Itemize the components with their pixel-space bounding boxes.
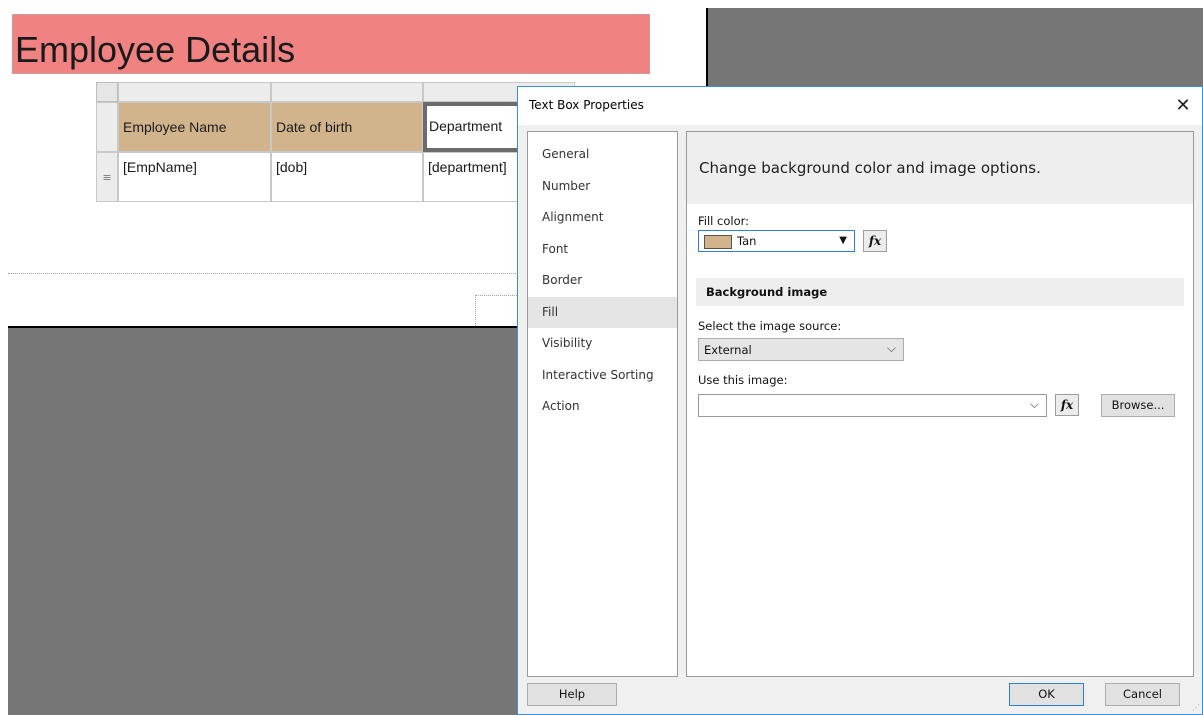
nav-item-visibility[interactable]: Visibility: [528, 328, 677, 360]
image-source-dropdown[interactable]: External ⌵: [698, 338, 904, 361]
dialog-title: Text Box Properties: [529, 98, 644, 112]
row-handle-icon[interactable]: ≡: [96, 152, 118, 202]
nav-item-interactive-sorting[interactable]: Interactive Sorting: [528, 360, 677, 392]
dialog-titlebar: Text Box Properties ✕: [518, 87, 1202, 125]
text-box-properties-dialog: Text Box Properties ✕ General Number Ali…: [517, 86, 1203, 715]
resize-grip-icon[interactable]: ⋰: [1192, 703, 1200, 712]
tablix-header-row: Employee Name Date of birth Department: [118, 102, 575, 152]
image-expression-button[interactable]: fx: [1055, 394, 1079, 416]
tablix-corner-handle[interactable]: [96, 82, 118, 102]
fill-properties-panel: Change background color and image option…: [686, 131, 1194, 677]
nav-item-number[interactable]: Number: [528, 171, 677, 203]
row-handle[interactable]: [96, 102, 118, 152]
triangle-down-icon: ▼: [839, 235, 847, 246]
report-title[interactable]: Employee Details: [12, 14, 650, 74]
image-dropdown[interactable]: ⌵: [698, 394, 1047, 417]
tablix-data-row: [EmpName] [dob] [department]: [118, 152, 575, 202]
fill-color-label: Fill color:: [698, 214, 750, 228]
browse-button[interactable]: Browse...: [1101, 394, 1175, 417]
chevron-down-icon: ⌵: [1029, 397, 1039, 411]
panel-header: Change background color and image option…: [687, 132, 1193, 204]
column-handle[interactable]: [271, 82, 423, 102]
column-handle[interactable]: [118, 82, 271, 102]
nav-item-border[interactable]: Border: [528, 265, 677, 297]
cancel-button[interactable]: Cancel: [1105, 683, 1180, 706]
header-cell-employee-name[interactable]: Employee Name: [118, 102, 271, 152]
fill-color-expression-button[interactable]: fx: [863, 230, 887, 252]
chevron-down-icon: ⌵: [886, 341, 896, 355]
nav-item-general[interactable]: General: [528, 139, 677, 171]
color-swatch: [704, 235, 732, 249]
close-icon[interactable]: ✕: [1170, 93, 1196, 119]
tablix-column-handles: [118, 82, 575, 102]
property-nav-list: General Number Alignment Font Border Fil…: [527, 131, 678, 677]
data-cell-dob[interactable]: [dob]: [271, 152, 423, 202]
nav-item-font[interactable]: Font: [528, 234, 677, 266]
use-image-label: Use this image:: [698, 373, 788, 387]
ok-button[interactable]: OK: [1009, 683, 1084, 706]
background-image-section-title: Background image: [696, 278, 1184, 306]
image-source-value: External: [704, 343, 752, 357]
fill-color-value: Tan: [737, 234, 757, 248]
nav-item-fill[interactable]: Fill: [528, 296, 677, 328]
nav-item-alignment[interactable]: Alignment: [528, 202, 677, 234]
image-source-label: Select the image source:: [698, 319, 842, 333]
fill-color-dropdown[interactable]: Tan ▼: [698, 230, 855, 252]
data-cell-emp-name[interactable]: [EmpName]: [118, 152, 271, 202]
header-cell-date-of-birth[interactable]: Date of birth: [271, 102, 423, 152]
nav-item-action[interactable]: Action: [528, 391, 677, 423]
help-button[interactable]: Help: [527, 683, 617, 706]
